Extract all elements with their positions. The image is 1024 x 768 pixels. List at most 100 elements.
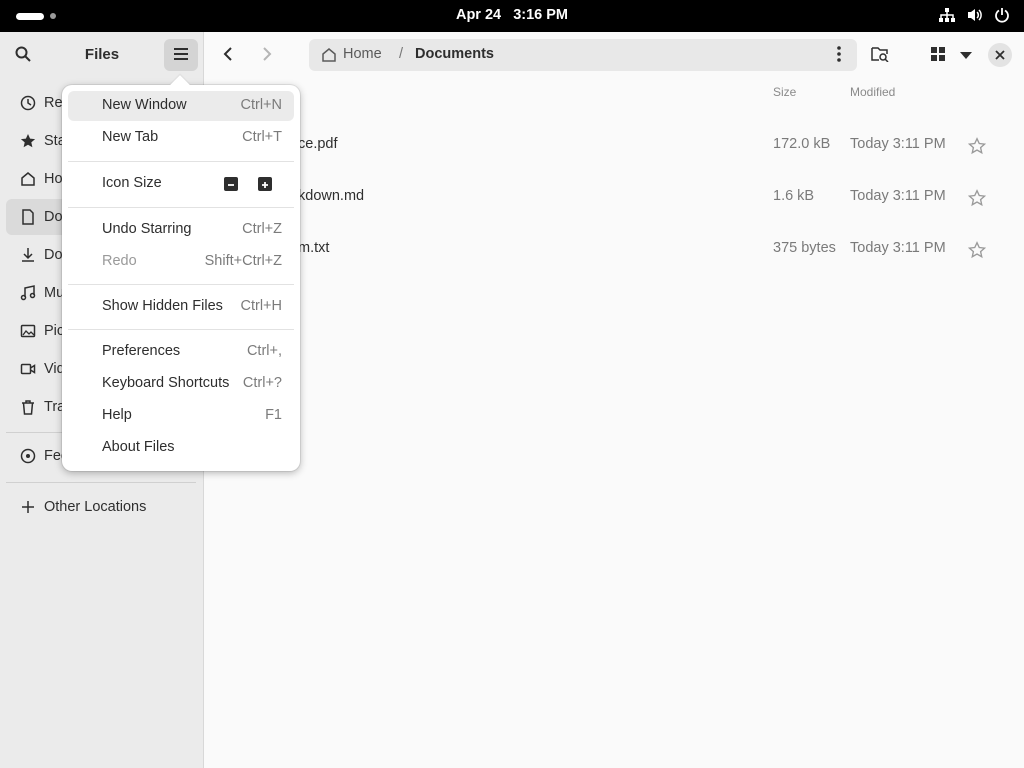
- music-icon: [20, 285, 36, 301]
- system-tray[interactable]: [938, 7, 1010, 23]
- breadcrumb-separator: /: [399, 46, 404, 62]
- file-modified: Today 3:11 PM: [850, 188, 946, 204]
- home-icon: [321, 47, 337, 66]
- menu-separator: [68, 329, 294, 330]
- hamburger-icon: [173, 47, 189, 64]
- home-icon: [20, 171, 36, 187]
- app-title: Files: [84, 46, 120, 63]
- view-options-button[interactable]: [952, 41, 980, 69]
- menu-item-accel: Ctrl+Z: [242, 221, 282, 237]
- video-icon: [20, 361, 36, 377]
- chevron-left-icon: [222, 46, 234, 65]
- document-icon: [20, 209, 36, 225]
- menu-item-accel: Ctrl+H: [240, 298, 283, 314]
- forward-button[interactable]: [253, 41, 281, 69]
- zoom-out-button[interactable]: [224, 177, 238, 191]
- search-icon: [15, 46, 31, 65]
- minus-icon: [227, 176, 235, 192]
- menu-item-accel: Shift+Ctrl+Z: [204, 253, 282, 269]
- menu-item-accel: Ctrl+T: [242, 129, 282, 145]
- star-toggle-icon[interactable]: [967, 241, 987, 262]
- main-menu-button[interactable]: [164, 39, 198, 71]
- menu-item-label: New Tab: [102, 129, 159, 145]
- menu-item-new-window[interactable]: New Window Ctrl+N: [68, 91, 294, 121]
- menu-item-label: Keyboard Shortcuts: [102, 375, 230, 391]
- picture-icon: [20, 323, 36, 339]
- clock[interactable]: Apr 24 3:16 PM: [0, 7, 1024, 23]
- menu-item-accel: Ctrl+N: [240, 97, 283, 113]
- volume-icon: [966, 7, 984, 23]
- clock-date: Apr 24: [455, 7, 502, 23]
- menu-item-label: Redo: [102, 253, 137, 269]
- plus-icon: [261, 176, 269, 192]
- chevron-right-icon: [261, 46, 273, 65]
- menu-separator: [68, 284, 294, 285]
- close-window-button[interactable]: [988, 43, 1012, 67]
- file-name: ce.pdf: [298, 136, 338, 152]
- file-modified: Today 3:11 PM: [850, 136, 946, 152]
- menu-item-label: About Files: [102, 439, 175, 455]
- menu-item-show-hidden-files[interactable]: Show Hidden Files Ctrl+H: [68, 292, 294, 322]
- back-button[interactable]: [214, 41, 242, 69]
- network-icon: [938, 7, 956, 23]
- menu-item-accel: Ctrl+,: [246, 343, 282, 359]
- trash-icon: [20, 399, 36, 415]
- menu-item-help[interactable]: Help F1: [68, 401, 294, 431]
- breadcrumb-home[interactable]: Home: [343, 46, 382, 62]
- close-icon: [995, 47, 1005, 63]
- search-folder-button[interactable]: [866, 41, 894, 69]
- menu-item-label: Undo Starring: [102, 221, 192, 237]
- disc-icon: [20, 448, 36, 464]
- menu-item-undo[interactable]: Undo Starring Ctrl+Z: [68, 215, 294, 245]
- sidebar-separator: [6, 482, 196, 483]
- folder-search-icon: [871, 46, 889, 65]
- star-icon: [20, 133, 36, 149]
- menu-item-redo[interactable]: Redo Shift+Ctrl+Z: [68, 247, 294, 277]
- more-vertical-icon: [837, 45, 841, 65]
- menu-item-about[interactable]: About Files: [68, 433, 294, 463]
- file-size: 1.6 kB: [773, 188, 815, 204]
- menu-item-accel: Ctrl+?: [242, 375, 282, 391]
- grid-icon: [931, 46, 945, 64]
- main-menu-popover: New Window Ctrl+N New Tab Ctrl+T Icon Si…: [62, 75, 300, 471]
- menu-item-accel: F1: [265, 407, 282, 423]
- breadcrumb-current[interactable]: Documents: [415, 46, 494, 62]
- star-toggle-icon[interactable]: [967, 137, 987, 158]
- power-icon: [994, 7, 1010, 23]
- star-toggle-icon[interactable]: [967, 189, 987, 210]
- search-button[interactable]: [10, 42, 36, 68]
- sidebar-item-other-locations[interactable]: Other Locations: [6, 489, 196, 525]
- menu-item-label: New Window: [102, 97, 187, 113]
- menu-item-keyboard-shortcuts[interactable]: Keyboard Shortcuts Ctrl+?: [68, 369, 294, 399]
- file-row[interactable]: m.txt 375 bytes Today 3:11 PM: [204, 224, 1024, 276]
- zoom-in-button[interactable]: [258, 177, 272, 191]
- menu-separator: [68, 207, 294, 208]
- clock-icon: [20, 95, 36, 111]
- menu-item-label: Icon Size: [102, 175, 162, 191]
- caret-down-icon: [960, 47, 972, 63]
- file-name: kdown.md: [298, 188, 365, 204]
- path-menu-button[interactable]: [829, 45, 849, 65]
- main-content: Home / Documents Size Modified ce.pdf 17…: [204, 32, 1024, 768]
- column-header-size[interactable]: Size: [773, 85, 796, 99]
- clock-time: 3:16 PM: [513, 7, 569, 23]
- file-row[interactable]: kdown.md 1.6 kB Today 3:11 PM: [204, 172, 1024, 224]
- top-bar: Apr 24 3:16 PM: [0, 0, 1024, 32]
- sidebar-header: Files: [0, 32, 204, 78]
- column-header-modified[interactable]: Modified: [850, 85, 895, 99]
- download-icon: [20, 247, 36, 263]
- file-size: 375 bytes: [773, 240, 836, 256]
- path-bar[interactable]: Home / Documents: [309, 39, 857, 71]
- file-row[interactable]: ce.pdf 172.0 kB Today 3:11 PM: [204, 120, 1024, 172]
- menu-separator: [68, 161, 294, 162]
- menu-item-preferences[interactable]: Preferences Ctrl+,: [68, 337, 294, 367]
- menu-item-icon-size: Icon Size: [68, 169, 294, 199]
- sidebar-item-label: Other Locations: [44, 499, 147, 515]
- view-grid-button[interactable]: [924, 41, 952, 69]
- menu-item-new-tab[interactable]: New Tab Ctrl+T: [68, 123, 294, 153]
- menu-item-label: Show Hidden Files: [102, 298, 223, 314]
- plus-icon: [20, 499, 36, 515]
- menu-item-label: Help: [102, 407, 132, 423]
- file-size: 172.0 kB: [773, 136, 831, 152]
- file-modified: Today 3:11 PM: [850, 240, 946, 256]
